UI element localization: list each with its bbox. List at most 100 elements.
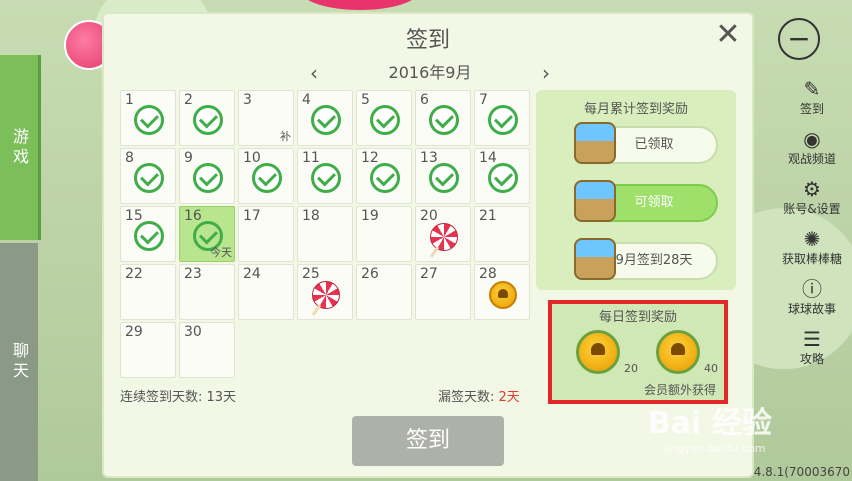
- day-number: 28: [479, 266, 497, 282]
- calendar-day[interactable]: 11: [297, 148, 353, 204]
- toolbar-item-gear[interactable]: ⚙ 账号&设置: [772, 178, 852, 217]
- missed-days-count: 2天: [498, 390, 520, 405]
- dialog-title: 签到: [405, 28, 450, 53]
- daily-reward-title: 每日签到奖励: [598, 310, 677, 325]
- lollipop-icon: [430, 223, 458, 251]
- calendar-day[interactable]: 26: [356, 264, 412, 320]
- day-number: 4: [302, 92, 311, 108]
- day-tag: 补: [280, 130, 291, 143]
- lollipop-icon: [312, 281, 340, 309]
- day-number: 21: [479, 208, 497, 224]
- day-number: 29: [125, 324, 143, 340]
- tab-game[interactable]: 游戏: [0, 55, 41, 240]
- treasure-chest-icon: [574, 122, 616, 164]
- day-number: 2: [184, 92, 193, 108]
- day-number: 27: [420, 266, 438, 282]
- missed-days-label: 漏签天数: 2天: [438, 386, 520, 405]
- calendar-day[interactable]: 14: [474, 148, 530, 204]
- toolbar-item-pinwheel[interactable]: ✺ 获取棒棒糖: [772, 228, 852, 267]
- toolbar-item-sign[interactable]: ✎ 签到: [772, 78, 852, 117]
- toolbar-item-label: 账号&设置: [783, 202, 841, 216]
- gear-icon: ⚙: [803, 177, 821, 201]
- toolbar-item-info[interactable]: ⓘ 球球故事: [772, 278, 852, 317]
- calendar-day[interactable]: 19: [356, 206, 412, 262]
- calendar-day[interactable]: 4: [297, 90, 353, 146]
- calendar-day[interactable]: 8: [120, 148, 176, 204]
- toolbar-item-eye[interactable]: ◉ 观战频道: [772, 128, 852, 167]
- calendar-day[interactable]: 17: [238, 206, 294, 262]
- watermark-text: Bai 经验: [648, 406, 772, 441]
- day-number: 23: [184, 266, 202, 282]
- guide-icon: ☰: [803, 327, 821, 351]
- calendar-day[interactable]: 2: [179, 90, 235, 146]
- calendar-day[interactable]: 6: [415, 90, 471, 146]
- sign-in-button[interactable]: 签到: [352, 416, 504, 466]
- day-number: 20: [420, 208, 438, 224]
- day-number: 18: [302, 208, 320, 224]
- prev-month-icon[interactable]: ‹: [310, 60, 318, 86]
- calendar-day[interactable]: 10: [238, 148, 294, 204]
- calendar-day[interactable]: 20: [415, 206, 471, 262]
- toolbar-item-guide[interactable]: ☰ 攻略: [772, 328, 852, 367]
- day-number: 26: [361, 266, 379, 282]
- check-icon: [134, 163, 164, 193]
- pinwheel-icon: ✺: [803, 227, 821, 251]
- check-icon: [311, 163, 341, 193]
- calendar-day[interactable]: 12: [356, 148, 412, 204]
- day-number: 30: [184, 324, 202, 340]
- calendar-day[interactable]: 1: [120, 90, 176, 146]
- eye-icon: ◉: [803, 127, 821, 151]
- calendar-day[interactable]: 28: [474, 264, 530, 320]
- day-number: 10: [243, 150, 261, 166]
- check-icon: [134, 221, 164, 251]
- daily-reward-value: 20: [624, 362, 638, 375]
- calendar-day[interactable]: 29: [120, 322, 176, 378]
- close-icon[interactable]: ✕: [712, 20, 744, 52]
- daily-reward-panel: 每日签到奖励 20 40 会员额外获得: [548, 300, 728, 404]
- day-number: 9: [184, 150, 193, 166]
- coin-icon: [656, 330, 700, 374]
- day-number: 11: [302, 150, 320, 166]
- month-navigator: ‹ 2016年9月 ›: [310, 60, 550, 86]
- calendar-day[interactable]: 24: [238, 264, 294, 320]
- check-icon: [134, 105, 164, 135]
- day-number: 12: [361, 150, 379, 166]
- check-icon: [429, 163, 459, 193]
- toolbar-item-label: 签到: [799, 102, 824, 116]
- toolbar-item-label: 球球故事: [787, 302, 836, 316]
- calendar-day[interactable]: 3补: [238, 90, 294, 146]
- calendar-day[interactable]: 21: [474, 206, 530, 262]
- sign-icon: ✎: [803, 77, 821, 101]
- calendar-day[interactable]: 9: [179, 148, 235, 204]
- calendar-day[interactable]: 7: [474, 90, 530, 146]
- calendar-day[interactable]: 23: [179, 264, 235, 320]
- tab-chat[interactable]: 聊天: [0, 243, 38, 481]
- calendar-day[interactable]: 13: [415, 148, 471, 204]
- next-month-icon[interactable]: ›: [542, 60, 550, 86]
- check-icon: [252, 163, 282, 193]
- info-icon: ⓘ: [802, 277, 822, 301]
- toolbar-item-label: 获取棒棒糖: [781, 252, 842, 266]
- calendar-day[interactable]: 5: [356, 90, 412, 146]
- calendar-day[interactable]: 15: [120, 206, 176, 262]
- coin-icon: [576, 330, 620, 374]
- calendar-day[interactable]: 27: [415, 264, 471, 320]
- month-label: 2016年9月: [388, 63, 472, 82]
- day-number: 5: [361, 92, 370, 108]
- day-number: 15: [125, 208, 143, 224]
- calendar-day[interactable]: 30: [179, 322, 235, 378]
- day-number: 24: [243, 266, 261, 282]
- monthly-reward-panel: 每月累计签到奖励 已领取 可领取 9月签到28天: [536, 90, 736, 290]
- calendar-day[interactable]: 22: [120, 264, 176, 320]
- watermark-logo: Bai 经验 jingyan.baidu.com: [648, 398, 772, 455]
- day-number: 19: [361, 208, 379, 224]
- day-number: 7: [479, 92, 488, 108]
- calendar-day[interactable]: 18: [297, 206, 353, 262]
- day-number: 16: [184, 208, 202, 224]
- check-icon: [488, 105, 518, 135]
- toolbar-item-label: 攻略: [799, 352, 824, 366]
- minimize-button[interactable]: −: [778, 18, 820, 60]
- calendar-day[interactable]: 25: [297, 264, 353, 320]
- calendar-day[interactable]: 16 今天: [179, 206, 235, 262]
- day-number: 8: [125, 150, 134, 166]
